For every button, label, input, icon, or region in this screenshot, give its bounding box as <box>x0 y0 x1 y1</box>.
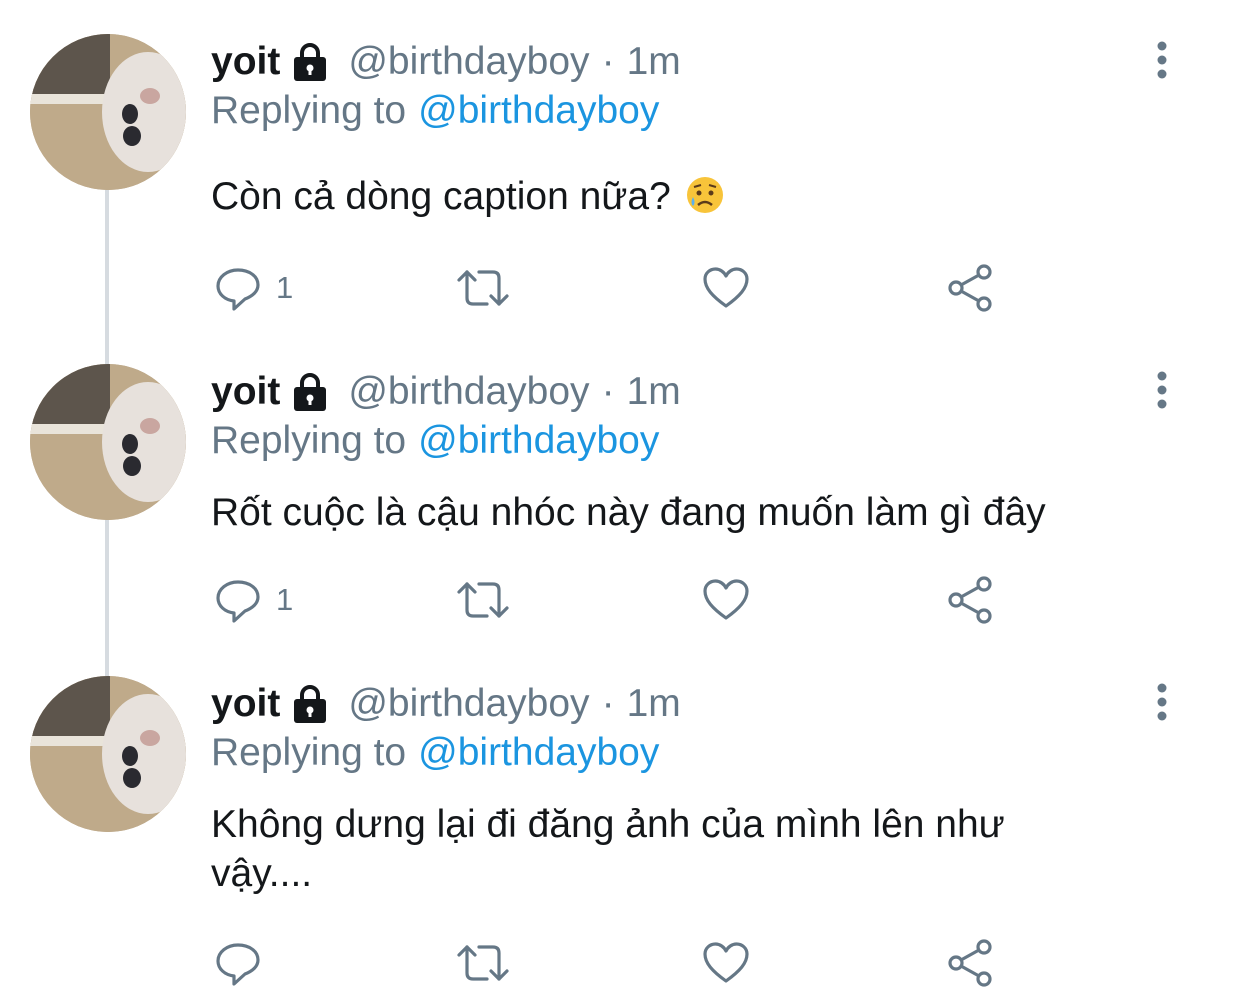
retweet-button[interactable] <box>455 575 511 625</box>
reply-button[interactable] <box>214 938 262 988</box>
retweet-button[interactable] <box>455 263 511 313</box>
tweet[interactable]: yoit @birthdayboy · 1m Replying to @birth… <box>0 34 1242 334</box>
replying-to: Replying to @birthdayboy <box>211 417 659 465</box>
share-icon <box>946 264 994 312</box>
reply-icon <box>214 264 262 312</box>
lock-icon <box>290 684 330 724</box>
tweet-text-content: Không dưng lại đi đăng ảnh của mình lên … <box>211 803 1005 895</box>
share-icon <box>946 576 994 624</box>
like-button[interactable] <box>702 938 750 988</box>
user-handle[interactable]: @birthdayboy <box>348 368 589 416</box>
tweet-text: Còn cả dòng caption nữa? <box>211 172 1171 227</box>
display-name[interactable]: yoit <box>211 680 280 728</box>
replying-handle-link[interactable]: @birthdayboy <box>418 731 659 774</box>
like-button[interactable] <box>702 575 750 625</box>
display-name[interactable]: yoit <box>211 368 280 416</box>
heart-icon <box>702 576 750 624</box>
more-vertical-icon[interactable] <box>1150 370 1174 410</box>
separator-dot: · <box>601 682 615 725</box>
heart-icon <box>702 939 750 987</box>
tweet-header: yoit @birthdayboy · 1m <box>211 38 681 86</box>
lock-icon <box>290 372 330 412</box>
reply-icon <box>214 939 262 987</box>
share-button[interactable] <box>946 263 994 313</box>
share-button[interactable] <box>946 575 994 625</box>
timestamp[interactable]: 1m <box>627 680 681 728</box>
user-handle[interactable]: @birthdayboy <box>348 38 589 86</box>
reply-icon <box>214 576 262 624</box>
retweet-button[interactable] <box>455 938 511 988</box>
timestamp[interactable]: 1m <box>627 368 681 416</box>
sad-relieved-face-emoji <box>685 175 725 227</box>
more-vertical-icon[interactable] <box>1150 682 1174 722</box>
retweet-icon <box>455 264 511 312</box>
tweet-actions <box>0 938 1242 988</box>
replying-label: Replying to <box>211 89 407 132</box>
timestamp[interactable]: 1m <box>627 38 681 86</box>
separator-dot: · <box>601 370 615 413</box>
replying-to: Replying to @birthdayboy <box>211 729 659 777</box>
lock-icon <box>290 42 330 82</box>
tweet-header: yoit @birthdayboy · 1m <box>211 680 681 728</box>
like-button[interactable] <box>702 263 750 313</box>
avatar[interactable] <box>30 364 186 520</box>
reply-count: 1 <box>276 270 294 305</box>
tweet[interactable]: yoit @birthdayboy · 1m Replying to @birth… <box>0 364 1242 654</box>
avatar[interactable] <box>30 676 186 832</box>
tweet-text: Rốt cuộc là cậu nhóc này đang muốn làm g… <box>211 488 1171 537</box>
reply-count: 1 <box>276 582 294 617</box>
retweet-icon <box>455 939 511 987</box>
tweet-text-content: Còn cả dòng caption nữa? <box>211 175 671 218</box>
more-vertical-icon[interactable] <box>1150 40 1174 80</box>
tweet-actions: 1 <box>0 263 1242 313</box>
tweet-header: yoit @birthdayboy · 1m <box>211 368 681 416</box>
user-handle[interactable]: @birthdayboy <box>348 680 589 728</box>
reply-button[interactable]: 1 <box>214 575 293 625</box>
avatar[interactable] <box>30 34 186 190</box>
heart-icon <box>702 264 750 312</box>
replying-handle-link[interactable]: @birthdayboy <box>418 419 659 462</box>
display-name[interactable]: yoit <box>211 38 280 86</box>
share-icon <box>946 939 994 987</box>
replying-to: Replying to @birthdayboy <box>211 87 659 135</box>
separator-dot: · <box>601 40 615 83</box>
tweet-actions: 1 <box>0 575 1242 625</box>
reply-button[interactable]: 1 <box>214 263 293 313</box>
share-button[interactable] <box>946 938 994 988</box>
replying-label: Replying to <box>211 419 407 462</box>
replying-handle-link[interactable]: @birthdayboy <box>418 89 659 132</box>
retweet-icon <box>455 576 511 624</box>
tweet-text-content: Rốt cuộc là cậu nhóc này đang muốn làm g… <box>211 491 1046 534</box>
replying-label: Replying to <box>211 731 407 774</box>
tweet-text: Không dưng lại đi đăng ảnh của mình lên … <box>211 800 1111 898</box>
tweet[interactable]: yoit @birthdayboy · 1m Replying to @birth… <box>0 676 1242 1006</box>
